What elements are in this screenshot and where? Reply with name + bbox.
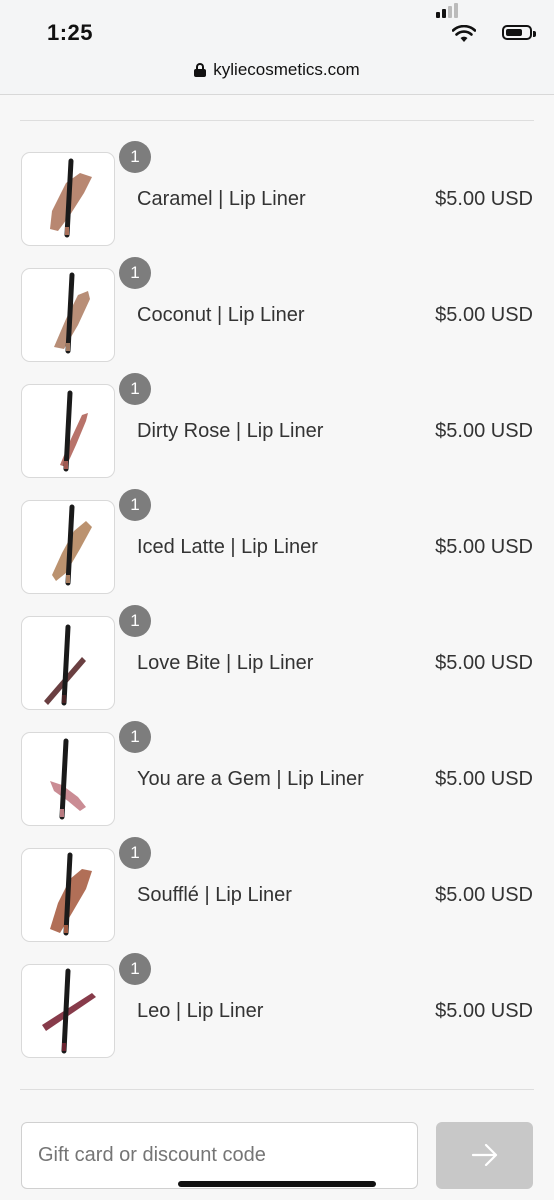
- product-name: Caramel | Lip Liner: [137, 188, 306, 210]
- product-price: $5.00 USD: [435, 188, 533, 210]
- product-price: $5.00 USD: [435, 420, 533, 442]
- product-thumbnail: 1: [21, 257, 151, 362]
- signal-icon: [436, 2, 462, 18]
- quantity-badge: 1: [119, 141, 151, 173]
- product-row: 1 Love Bite | Lip Liner $5.00 USD: [0, 605, 554, 730]
- apply-discount-button[interactable]: [436, 1122, 533, 1189]
- url-text: kyliecosmetics.com: [213, 60, 360, 79]
- lip-liner-image: [50, 852, 92, 936]
- product-row: 1 Dirty Rose | Lip Liner $5.00 USD: [0, 373, 554, 498]
- lip-liner-image: [54, 272, 90, 354]
- lip-liner-image: [44, 624, 86, 706]
- quantity-badge: 1: [119, 257, 151, 289]
- lip-liner-image: [50, 738, 86, 820]
- battery-icon: [502, 25, 536, 40]
- lip-liner-image: [52, 504, 92, 586]
- product-price: $5.00 USD: [435, 304, 533, 326]
- discount-code-input[interactable]: [21, 1122, 418, 1189]
- product-name: You are a Gem | Lip Liner: [137, 768, 364, 790]
- product-price: $5.00 USD: [435, 652, 533, 674]
- product-row: 1 Iced Latte | Lip Liner $5.00 USD: [0, 489, 554, 614]
- product-thumbnail: 1: [21, 605, 151, 710]
- product-row: 1 Soufflé | Lip Liner $5.00 USD: [0, 837, 554, 962]
- divider: [20, 1089, 534, 1090]
- product-name: Soufflé | Lip Liner: [137, 884, 292, 906]
- product-thumbnail: 1: [21, 721, 151, 826]
- quantity-badge: 1: [119, 373, 151, 405]
- product-name: Iced Latte | Lip Liner: [137, 536, 318, 558]
- product-thumbnail: 1: [21, 373, 151, 478]
- quantity-badge: 1: [119, 605, 151, 637]
- product-name: Dirty Rose | Lip Liner: [137, 420, 324, 442]
- product-price: $5.00 USD: [435, 768, 533, 790]
- product-list: 1 Caramel | Lip Liner $5.00 USD 1 Coconut | …: [0, 141, 554, 1078]
- product-name: Leo | Lip Liner: [137, 1000, 264, 1022]
- status-time: 1:25: [47, 20, 94, 45]
- product-name: Coconut | Lip Liner: [137, 304, 305, 326]
- lip-liner-image: [60, 390, 88, 472]
- product-price: $5.00 USD: [435, 536, 533, 558]
- status-bar: 1:25: [0, 0, 554, 58]
- product-price: $5.00 USD: [435, 1000, 533, 1022]
- product-row: 1 You are a Gem | Lip Liner $5.00 USD: [0, 721, 554, 846]
- url-bar[interactable]: kyliecosmetics.com: [0, 58, 554, 95]
- arrow-right-icon: [472, 1144, 498, 1166]
- wifi-icon: [452, 25, 476, 42]
- product-thumbnail: 1: [21, 837, 151, 942]
- product-price: $5.00 USD: [435, 884, 533, 906]
- lip-liner-image: [42, 968, 96, 1054]
- lock-icon: [194, 63, 207, 77]
- product-row: 1 Caramel | Lip Liner $5.00 USD: [0, 141, 554, 266]
- product-thumbnail: 1: [21, 489, 151, 594]
- product-row: 1 Leo | Lip Liner $5.00 USD: [0, 953, 554, 1078]
- product-thumbnail: 1: [21, 953, 151, 1058]
- product-name: Love Bite | Lip Liner: [137, 652, 314, 674]
- divider: [20, 120, 534, 121]
- quantity-badge: 1: [119, 721, 151, 753]
- product-thumbnail: 1: [21, 141, 151, 246]
- product-row: 1 Coconut | Lip Liner $5.00 USD: [0, 257, 554, 382]
- quantity-badge: 1: [119, 489, 151, 521]
- lip-liner-image: [50, 158, 92, 238]
- quantity-badge: 1: [119, 837, 151, 869]
- home-indicator: [178, 1181, 376, 1187]
- quantity-badge: 1: [119, 953, 151, 985]
